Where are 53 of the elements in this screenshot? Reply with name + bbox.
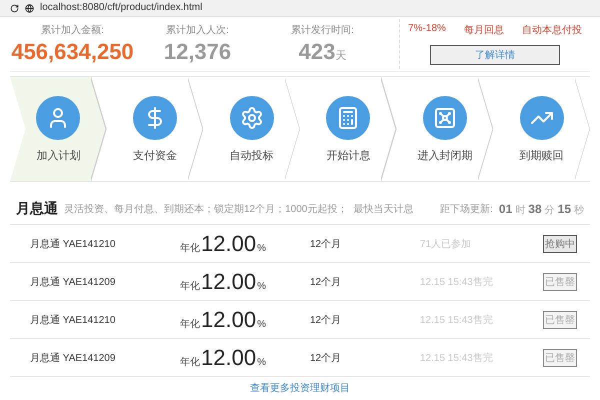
url-text[interactable]: localhost:8080/cft/product/index.html <box>40 2 202 14</box>
countdown-unit: 秒 <box>574 204 584 216</box>
rate-unit: % <box>257 318 266 330</box>
step-label: 开始计息 <box>326 148 370 162</box>
rate-unit: % <box>257 356 266 368</box>
product-name: 月息通 YAE141209 <box>30 276 116 288</box>
globe-icon <box>25 4 34 12</box>
stat-value: 12,376 <box>164 39 232 65</box>
countdown-unit: 分 <box>544 204 555 216</box>
countdown-number: 38 <box>528 202 542 216</box>
product-name: 月息通 YAE141209 <box>30 352 116 364</box>
rate-prefix: 年化 <box>180 280 200 292</box>
product-description: 灵活投资、每月付息、到期还本；锁定期12个月；1000元起投； <box>64 202 348 216</box>
rate-unit: % <box>257 280 266 292</box>
rate-value: 12.00 <box>201 268 256 294</box>
rate-value: 12.00 <box>201 344 256 370</box>
step-label: 支付资金 <box>133 148 177 162</box>
feature-tag: 每月回息 <box>464 23 504 37</box>
stat-value: 456,634,250 <box>11 39 134 65</box>
product-name: 月息通 YAE141210 <box>30 238 116 250</box>
gear-icon <box>240 106 264 130</box>
step-label: 进入封闭期 <box>418 148 473 162</box>
term-text: 12个月 <box>310 314 342 326</box>
stat-label: 累计加入人次: <box>166 24 229 37</box>
countdown-number: 15 <box>558 202 571 216</box>
countdown-number: 01 <box>498 202 512 216</box>
rate-prefix: 年化 <box>180 242 200 254</box>
stat-label: 累计发行时间: <box>291 24 354 37</box>
product-title: 月息通 <box>16 200 58 218</box>
term-text: 12个月 <box>310 238 342 250</box>
feature-tag: 自动本息付投 <box>522 23 582 37</box>
term-text: 12个月 <box>310 352 342 364</box>
rate-unit: % <box>257 242 266 254</box>
rate-prefix: 年化 <box>180 318 200 330</box>
stat-value: 423天 <box>298 39 346 65</box>
countdown-unit: 时 <box>515 204 526 216</box>
rate-value: 12.00 <box>201 230 256 256</box>
countdown-label: 距下场更新: <box>440 202 493 216</box>
product-note: 最快当天计息 <box>353 202 414 216</box>
safe-icon <box>433 106 458 130</box>
rate-prefix: 年化 <box>180 356 200 368</box>
term-text: 12个月 <box>310 276 342 288</box>
buy-button[interactable]: 抢购中 <box>543 234 577 252</box>
step-label: 到期赎回 <box>520 148 564 162</box>
step-label: 加入计划 <box>36 148 80 162</box>
step-label: 自动投标 <box>230 148 274 162</box>
more-link[interactable]: 查看更多投资理财项目 <box>250 381 350 395</box>
rate-value: 12.00 <box>201 306 256 332</box>
stat-label: 累计加入金额: <box>41 24 104 37</box>
feature-tag: 7%-18% <box>408 23 446 37</box>
reload-icon[interactable] <box>10 4 19 12</box>
step-tab[interactable]: 加入计划 <box>10 77 107 181</box>
product-name: 月息通 YAE141210 <box>30 314 116 326</box>
